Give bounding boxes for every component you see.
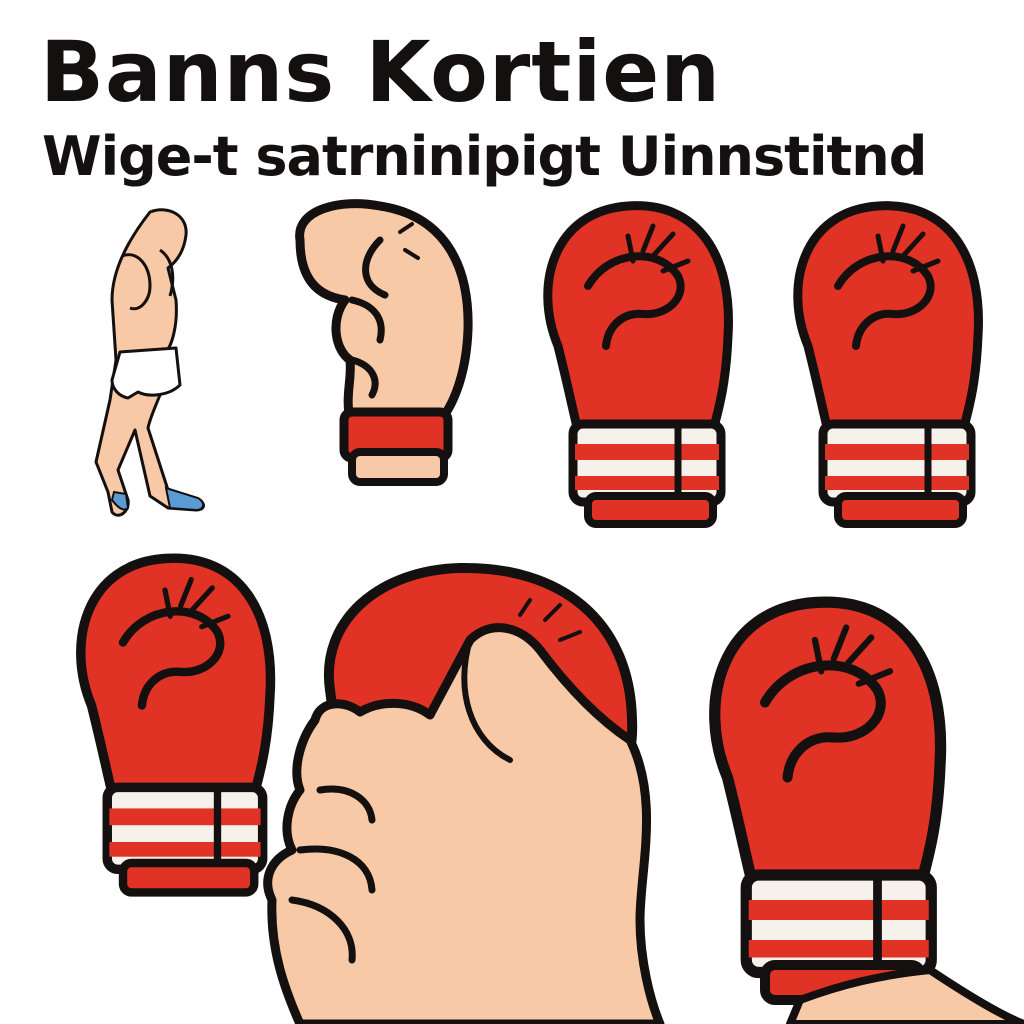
boxer-figure xyxy=(94,208,205,517)
red-boxing-glove-icon xyxy=(548,206,729,524)
red-boxing-glove-icon xyxy=(81,558,271,892)
red-boxing-glove-icon xyxy=(715,602,941,1000)
bare-fist xyxy=(295,199,473,486)
fist-in-glove xyxy=(263,562,665,1024)
illustration-layer xyxy=(0,199,1024,1024)
red-boxing-glove-icon xyxy=(798,206,979,524)
poster-canvas: Banns Kortien Wige-t satrninipigt Uinnst… xyxy=(0,0,1024,1024)
